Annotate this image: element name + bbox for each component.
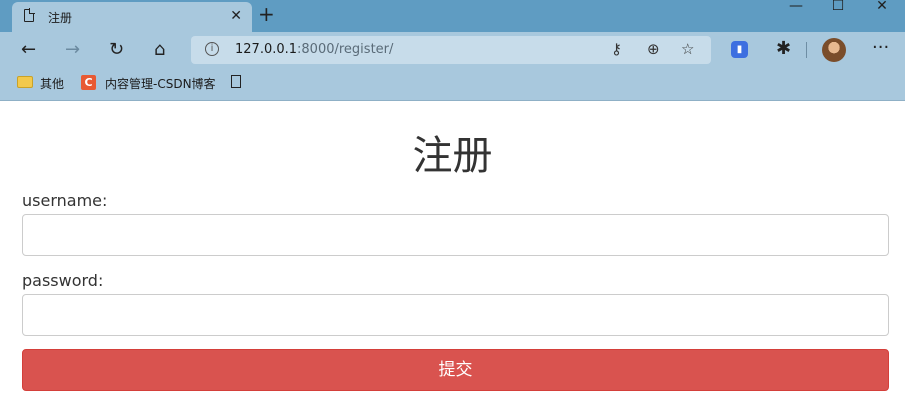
password-input[interactable] [22, 294, 889, 336]
profile-avatar[interactable] [822, 38, 846, 62]
csdn-icon: C [81, 75, 96, 90]
page-content: 注册 username: password: 提交 [0, 101, 905, 397]
browser-toolbar: ← → ↻ ⌂ i 127.0.0.1:8000/register/ ⚷ ⊕ ☆… [0, 32, 905, 68]
browser-tab[interactable]: 注册 ✕ [12, 2, 252, 32]
document-icon [24, 8, 35, 22]
bookmark-other[interactable]: 其他 [40, 75, 64, 92]
address-bar[interactable]: i 127.0.0.1:8000/register/ ⚷ ⊕ ☆ [191, 36, 711, 64]
document-icon[interactable] [231, 75, 241, 88]
url-text: 127.0.0.1:8000/register/ [235, 42, 393, 57]
key-icon[interactable]: ⚷ [611, 40, 622, 58]
extension-chart-icon[interactable]: ▮ [731, 41, 748, 58]
url-path: :8000/register/ [297, 42, 394, 57]
back-arrow-icon[interactable]: ← [21, 39, 36, 61]
tab-close-icon[interactable]: ✕ [230, 9, 242, 23]
forward-arrow-icon[interactable]: → [65, 39, 80, 61]
maximize-button[interactable]: ☐ [815, 0, 861, 32]
zoom-icon[interactable]: ⊕ [647, 40, 660, 58]
toolbar-divider [806, 42, 807, 58]
close-window-button[interactable]: ✕ [859, 0, 905, 32]
extensions-puzzle-icon[interactable]: ✱ [776, 38, 791, 60]
username-label: username: [22, 191, 108, 210]
home-icon[interactable]: ⌂ [154, 39, 165, 61]
username-input[interactable] [22, 214, 889, 256]
add-favorite-icon[interactable]: ☆ [681, 40, 694, 58]
refresh-icon[interactable]: ↻ [109, 39, 124, 61]
bookmark-csdn[interactable]: 内容管理-CSDN博客 [105, 75, 216, 92]
page-title: 注册 [412, 133, 493, 179]
site-info-icon[interactable]: i [205, 42, 219, 56]
bookmarks-bar: 其他 C 内容管理-CSDN博客 [0, 68, 905, 101]
browser-titlebar: 注册 ✕ + — ☐ ✕ [0, 0, 905, 32]
password-label: password: [22, 271, 104, 290]
minimize-button[interactable]: — [773, 0, 819, 32]
new-tab-button[interactable]: + [258, 4, 275, 24]
submit-button[interactable]: 提交 [22, 349, 889, 391]
folder-icon [17, 76, 33, 88]
more-menu-icon[interactable]: ··· [872, 37, 889, 59]
tab-title: 注册 [48, 11, 73, 25]
url-host: 127.0.0.1 [235, 42, 298, 57]
